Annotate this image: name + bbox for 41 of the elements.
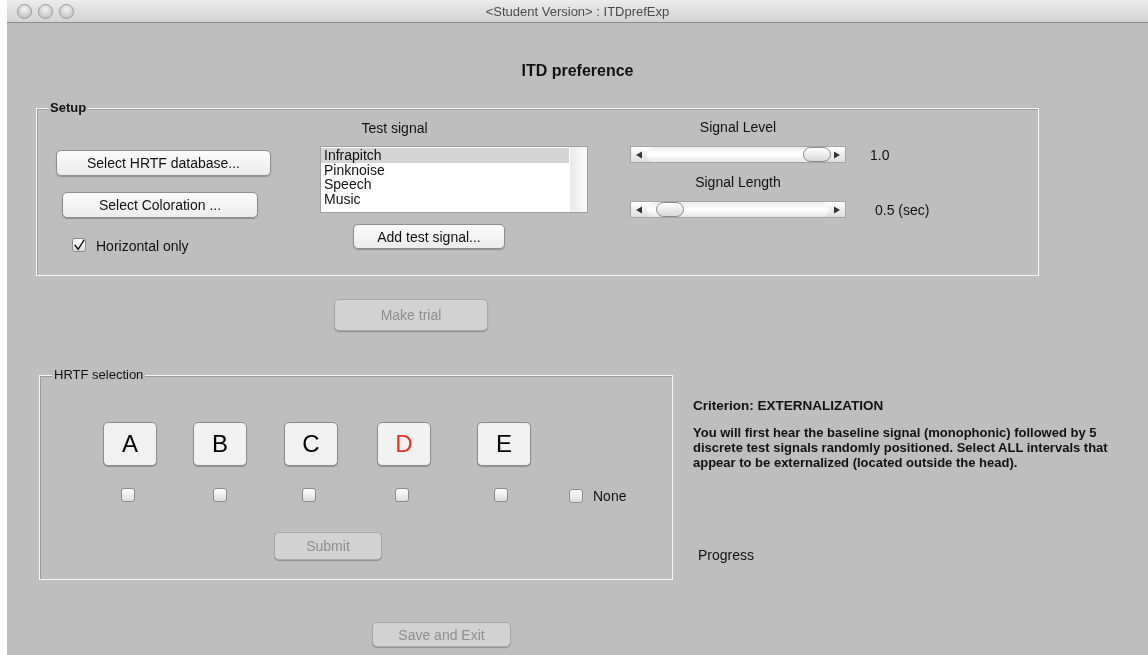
add-button[interactable]: Add test signal... <box>353 224 505 249</box>
checkbox-label: None <box>593 488 627 504</box>
checkbox[interactable] <box>302 488 316 502</box>
letter-button[interactable]: A <box>103 422 157 466</box>
checkbox[interactable] <box>72 238 86 252</box>
slider[interactable] <box>630 146 846 163</box>
letter-button[interactable]: B <box>193 422 247 466</box>
checkbox[interactable] <box>213 488 227 502</box>
panel-title: Setup <box>48 100 89 115</box>
slider-label: Signal Level <box>698 119 778 135</box>
checkbox[interactable] <box>569 489 583 503</box>
slider-value: 0.5 (sec) <box>875 202 930 218</box>
letter-button[interactable]: C <box>284 422 338 466</box>
slider-thumb[interactable] <box>803 147 831 162</box>
letter-button[interactable]: E <box>477 422 531 466</box>
list-item[interactable]: Pinknoise <box>321 162 569 177</box>
panel-title: HRTF selection <box>52 367 146 382</box>
slider-value: 1.0 <box>870 147 890 163</box>
letter-button[interactable]: D <box>377 422 431 466</box>
select-button[interactable]: Select Coloration ... <box>62 192 258 218</box>
select-button[interactable]: Select HRTF database... <box>56 150 271 176</box>
checkbox[interactable] <box>395 488 409 502</box>
checkbox[interactable] <box>494 488 508 502</box>
checkbox[interactable] <box>121 488 135 502</box>
list-item[interactable]: Speech <box>321 177 569 192</box>
checkbox-label: Horizontal only <box>96 238 189 254</box>
slider-label: Signal Length <box>694 174 782 190</box>
window-control-button[interactable] <box>59 3 74 19</box>
window-title: <Student Version> : ITDprefExp <box>485 3 670 19</box>
criterion-text: Criterion: EXTERNALIZATION <box>693 398 884 413</box>
instructions-text: You will first hear the baseline signal (monophonic) followed by 5 discrete test signals randomly positioned. Select ALL intervals that appear to be externalized (located outside the head). <box>693 425 1109 470</box>
window-control-button[interactable] <box>17 3 32 19</box>
list-item[interactable]: Music <box>321 191 569 206</box>
scroll-bar[interactable] <box>570 147 587 212</box>
slider-thumb[interactable] <box>656 202 685 217</box>
progress-label: Progress <box>698 547 755 563</box>
slider[interactable] <box>630 201 846 218</box>
list-item[interactable]: Infrapitch <box>321 148 569 163</box>
window-control-button[interactable] <box>38 3 53 19</box>
list-label: Test signal <box>360 120 429 136</box>
heading: ITD preference <box>520 62 635 80</box>
